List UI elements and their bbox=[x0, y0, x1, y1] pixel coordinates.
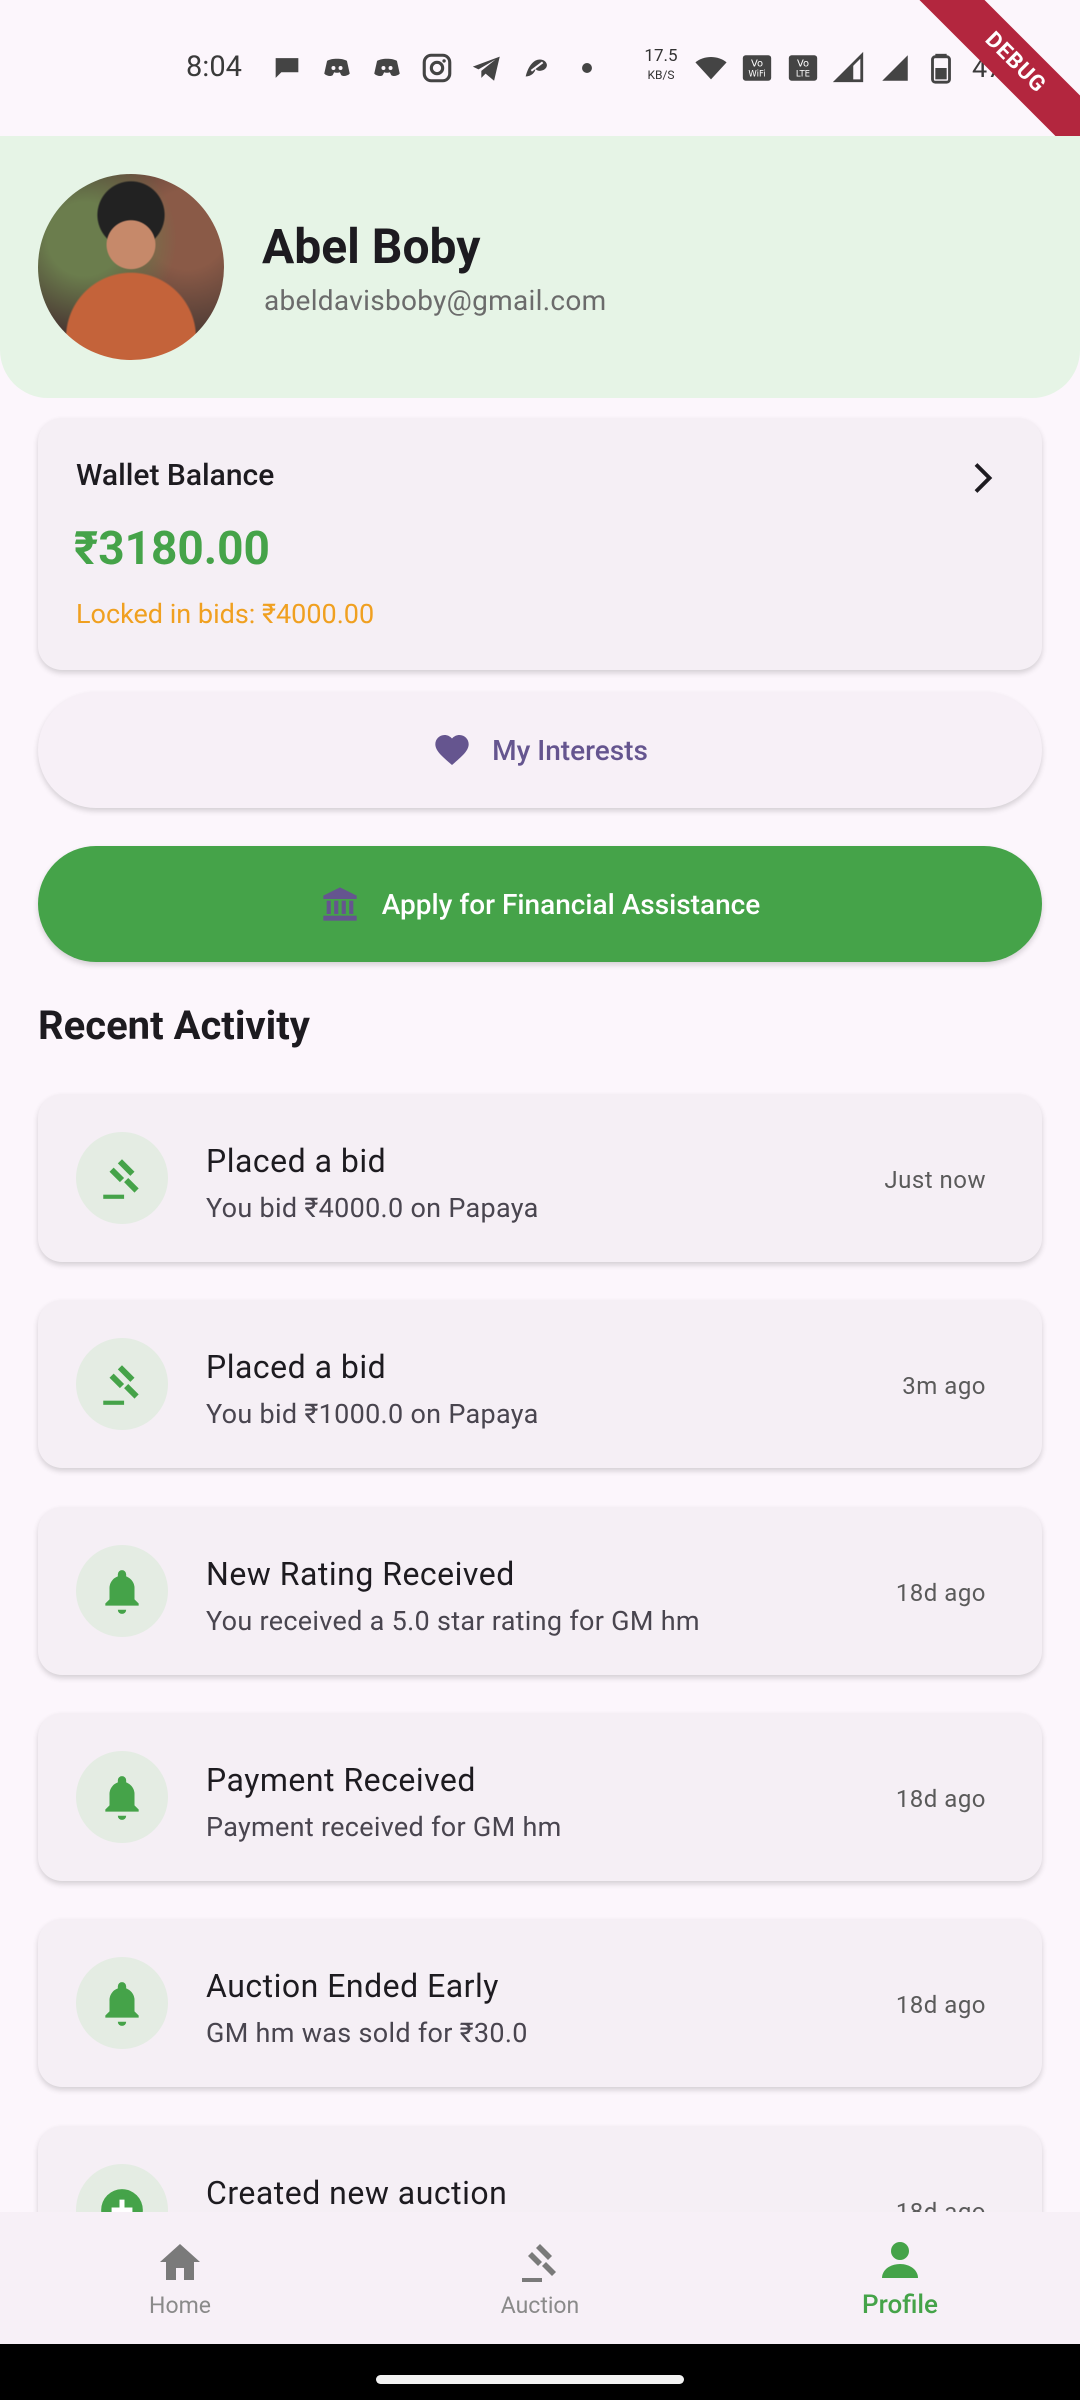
gavel-icon bbox=[522, 2243, 556, 2282]
bell-icon bbox=[105, 1570, 139, 1614]
activity-card[interactable]: Payment Received Payment received for GM… bbox=[38, 1713, 1042, 1881]
activity-icon-circle bbox=[76, 1338, 168, 1430]
wallet-card[interactable]: Wallet Balance ₹3180.00 Locked in bids: … bbox=[38, 418, 1042, 670]
activity-icon-circle bbox=[76, 1545, 168, 1637]
my-interests-label: My Interests bbox=[492, 733, 648, 767]
activity-title: Placed a bid bbox=[206, 1348, 387, 1386]
activity-icon-circle bbox=[76, 1957, 168, 2049]
profile-header: Abel Boby abeldavisboby@gmail.com bbox=[0, 136, 1080, 398]
person-icon bbox=[882, 2242, 918, 2278]
bell-icon bbox=[105, 1776, 139, 1820]
activity-title: New Rating Received bbox=[206, 1555, 515, 1593]
activity-subtitle: Payment received for GM hm bbox=[206, 1811, 562, 1843]
nav-label-home: Home bbox=[149, 2291, 211, 2319]
profile-name: Abel Boby bbox=[262, 218, 481, 275]
activity-title: Placed a bid bbox=[206, 1142, 387, 1180]
activity-subtitle: You bid ₹4000.0 on Papaya bbox=[206, 1192, 539, 1224]
home-gesture-handle[interactable] bbox=[376, 2375, 684, 2384]
activity-title: Payment Received bbox=[206, 1761, 476, 1799]
activity-icon-circle bbox=[76, 1132, 168, 1224]
gavel-icon bbox=[103, 1365, 139, 1405]
nav-label-auction: Auction bbox=[500, 2291, 580, 2319]
nav-label-profile: Profile bbox=[862, 2290, 938, 2320]
activity-card[interactable]: Created new auction 18d ago bbox=[38, 2126, 1042, 2212]
activity-subtitle: You bid ₹1000.0 on Papaya bbox=[206, 1398, 539, 1430]
profile-email: abeldavisboby@gmail.com bbox=[264, 284, 607, 317]
activity-time: 18d ago bbox=[895, 1579, 986, 1607]
wallet-balance: ₹3180.00 bbox=[74, 522, 270, 576]
system-navigation-bar bbox=[0, 2344, 1080, 2400]
heart-icon bbox=[435, 735, 469, 765]
bottom-navigation: Home Auction Profile bbox=[0, 2212, 1080, 2344]
recent-activity-heading: Recent Activity bbox=[38, 1002, 310, 1049]
wallet-title: Wallet Balance bbox=[76, 458, 275, 493]
activity-time: 18d ago bbox=[895, 2198, 986, 2212]
activity-card[interactable]: Placed a bid You bid ₹1000.0 on Papaya 3… bbox=[38, 1300, 1042, 1468]
bell-icon bbox=[105, 1982, 139, 2026]
activity-time: Just now bbox=[884, 1166, 986, 1194]
activity-time: 18d ago bbox=[895, 1991, 986, 2019]
activity-card[interactable]: New Rating Received You received a 5.0 s… bbox=[38, 1507, 1042, 1675]
activity-subtitle: GM hm was sold for ₹30.0 bbox=[206, 2017, 528, 2049]
chevron-right-icon[interactable] bbox=[964, 460, 1000, 496]
activity-card[interactable]: Auction Ended Early GM hm was sold for ₹… bbox=[38, 1919, 1042, 2087]
activity-card[interactable]: Placed a bid You bid ₹4000.0 on Papaya J… bbox=[38, 1094, 1042, 1262]
financial-assistance-label: Apply for Financial Assistance bbox=[381, 887, 761, 921]
nav-item-auction[interactable]: Auction bbox=[360, 2212, 720, 2344]
wallet-locked-amount: Locked in bids: ₹4000.00 bbox=[76, 598, 375, 630]
nav-item-home[interactable]: Home bbox=[0, 2212, 360, 2344]
activity-title: Auction Ended Early bbox=[206, 1967, 499, 2005]
gavel-icon bbox=[103, 1159, 139, 1199]
activity-subtitle: You received a 5.0 star rating for GM hm bbox=[206, 1605, 700, 1637]
activity-title: Created new auction bbox=[206, 2174, 508, 2212]
home-icon bbox=[160, 2243, 200, 2280]
nav-item-profile[interactable]: Profile bbox=[720, 2212, 1080, 2344]
activity-time: 3m ago bbox=[902, 1372, 986, 1400]
bank-icon bbox=[323, 887, 357, 921]
avatar[interactable] bbox=[38, 174, 224, 360]
my-interests-button[interactable]: My Interests bbox=[38, 692, 1042, 808]
financial-assistance-button[interactable]: Apply for Financial Assistance bbox=[38, 846, 1042, 962]
activity-icon-circle bbox=[76, 2164, 168, 2212]
activity-time: 18d ago bbox=[895, 1785, 986, 1813]
activity-icon-circle bbox=[76, 1751, 168, 1843]
add-circle-icon bbox=[101, 2189, 143, 2212]
profile-screen: 8:04 17.5 KB/S Vo WiFi Vo LTE DEBUG Plac… bbox=[0, 0, 1080, 2400]
